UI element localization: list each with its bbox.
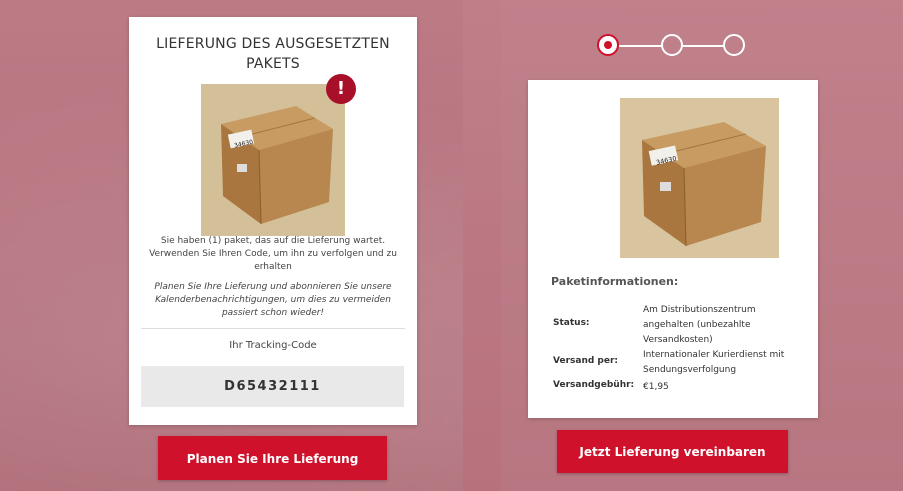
info-key: Versandgebühr: <box>553 380 635 390</box>
step-2 <box>661 34 683 56</box>
package-info-card: 34630 Paketinformationen: Status: Am Dis… <box>528 80 818 418</box>
divider <box>141 328 405 329</box>
package-card: LIEFERUNG DES AUSGESETZTEN PAKETS 34630 … <box>129 17 417 425</box>
alert-icon: ! <box>326 74 356 104</box>
package-photo: 34630 <box>620 98 779 258</box>
schedule-delivery-button[interactable]: Jetzt Lieferung vereinbaren <box>557 430 788 473</box>
tracking-code: D65432111 <box>141 366 404 407</box>
info-value: €1,95 <box>643 382 669 392</box>
progress-stepper <box>597 34 749 60</box>
panel-divider <box>463 0 501 491</box>
package-image: 34630 <box>201 84 345 236</box>
reminder-text: Planen Sie Ihre Lieferung und abonnieren… <box>154 282 392 318</box>
step-connector <box>683 45 723 47</box>
plan-delivery-button[interactable]: Planen Sie Ihre Lieferung <box>158 436 387 480</box>
info-key: Versand per: <box>553 356 619 366</box>
package-photo: 34630 <box>201 84 345 236</box>
info-value: Am Distributionszentrum angehalten (unbe… <box>643 305 756 345</box>
info-value: Internationaler Kurierdienst mit Sendung… <box>643 350 785 375</box>
tracking-label: Ihr Tracking-Code <box>229 340 317 351</box>
info-title: Paketinformationen: <box>551 275 679 288</box>
package-message: Sie haben (1) paket, das auf die Lieferu… <box>149 236 397 272</box>
step-connector <box>619 45 661 47</box>
package-image: 34630 <box>620 98 779 258</box>
step-1 <box>597 34 619 56</box>
card-title: LIEFERUNG DES AUSGESETZTEN PAKETS <box>156 36 390 72</box>
step-3 <box>723 34 745 56</box>
info-key: Status: <box>553 318 590 328</box>
